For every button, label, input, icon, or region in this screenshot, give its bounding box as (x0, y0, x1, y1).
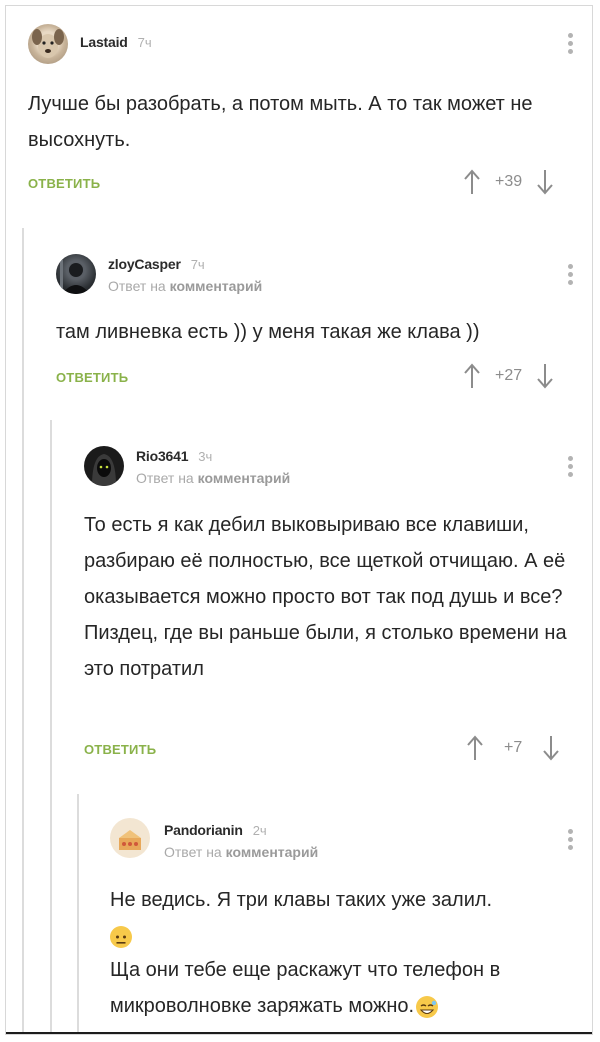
score: +27 (495, 367, 523, 384)
arrow-down-icon[interactable] (536, 363, 554, 389)
reply-to-prefix: Ответ на (108, 278, 166, 294)
comment-text-line: Не ведись. Я три клавы таких уже залил. (110, 889, 493, 911)
hooded-figure-avatar-icon (92, 454, 116, 486)
comment-header: Lastaid 7ч (80, 34, 152, 74)
pandora-box-avatar-icon (119, 830, 141, 850)
vote-controls: +7 (466, 735, 560, 761)
grinning-sweat-emoji (416, 995, 439, 1018)
reply-button[interactable]: ОТВЕТИТЬ (84, 742, 156, 757)
more-vertical-icon[interactable] (568, 456, 574, 480)
reply-to-info: Ответ на комментарий (164, 844, 318, 860)
comment-header: zloyCasper 7ч Ответ на комментарий (108, 256, 262, 296)
emoji-line (110, 918, 580, 952)
neutral-face-emoji (110, 925, 132, 948)
vote-controls: +39 (463, 169, 554, 195)
reply-to-link[interactable]: комментарий (170, 278, 263, 294)
comment-time: 7ч (137, 35, 152, 50)
avatar[interactable] (28, 24, 68, 64)
comment-header: Pandorianin 2ч Ответ на комментарий (164, 822, 318, 862)
author-name[interactable]: zloyCasper (108, 256, 181, 272)
avatar[interactable] (110, 818, 150, 858)
reply-to-prefix: Ответ на (136, 470, 194, 486)
comment-text: То есть я как дебил выковыриваю все клав… (84, 514, 567, 680)
comment-time: 3ч (198, 449, 213, 464)
author-name[interactable]: Pandorianin (164, 822, 243, 838)
person-avatar-icon (60, 260, 90, 294)
dog-avatar-icon (32, 29, 64, 58)
comment-text: Не ведись. Я три клавы таких уже залил. … (110, 882, 580, 1024)
arrow-up-icon[interactable] (463, 363, 481, 389)
author-name[interactable]: Rio3641 (136, 448, 188, 464)
reply-to-info: Ответ на комментарий (108, 278, 262, 294)
more-vertical-icon[interactable] (568, 264, 574, 288)
comment-header: Rio3641 3ч Ответ на комментарий (136, 448, 290, 488)
arrow-up-icon[interactable] (463, 169, 481, 195)
comment-text-line-2: Ща они тебе еще раскажут что телефон в м… (110, 959, 501, 1017)
reply-to-prefix: Ответ на (164, 844, 222, 860)
comment-time: 2ч (252, 823, 267, 838)
more-vertical-icon[interactable] (568, 33, 574, 57)
comment: Lastaid 7ч Лучше бы разобрать, а потом мы… (6, 6, 592, 216)
thread-line[interactable] (50, 420, 52, 1034)
more-vertical-icon[interactable] (568, 829, 574, 853)
arrow-up-icon[interactable] (466, 735, 484, 761)
score: +39 (495, 173, 523, 190)
reply-to-link[interactable]: комментарий (226, 844, 319, 860)
author-name[interactable]: Lastaid (80, 34, 128, 50)
reply-button[interactable]: ОТВЕТИТЬ (28, 176, 100, 191)
comment-text: Лучше бы разобрать, а потом мыть. А то т… (28, 93, 533, 151)
comment-time: 7ч (190, 257, 205, 272)
vote-controls: +27 (463, 363, 554, 389)
comment-thread: Lastaid 7ч Лучше бы разобрать, а потом мы… (5, 5, 593, 1035)
bottom-divider (6, 1032, 592, 1034)
reply-to-link[interactable]: комментарий (198, 470, 291, 486)
avatar[interactable] (56, 254, 96, 294)
arrow-down-icon[interactable] (542, 735, 560, 761)
comment-text: там ливневка есть )) у меня такая же кла… (56, 321, 480, 343)
reply-to-info: Ответ на комментарий (136, 470, 290, 486)
thread-line[interactable] (77, 794, 79, 1034)
comment-text-line: Ща они тебе еще раскажут что телефон в м… (110, 952, 580, 1024)
thread-line[interactable] (22, 228, 24, 1034)
score: +7 (504, 739, 523, 756)
avatar[interactable] (84, 446, 124, 486)
reply-button[interactable]: ОТВЕТИТЬ (56, 370, 128, 385)
arrow-down-icon[interactable] (536, 169, 554, 195)
